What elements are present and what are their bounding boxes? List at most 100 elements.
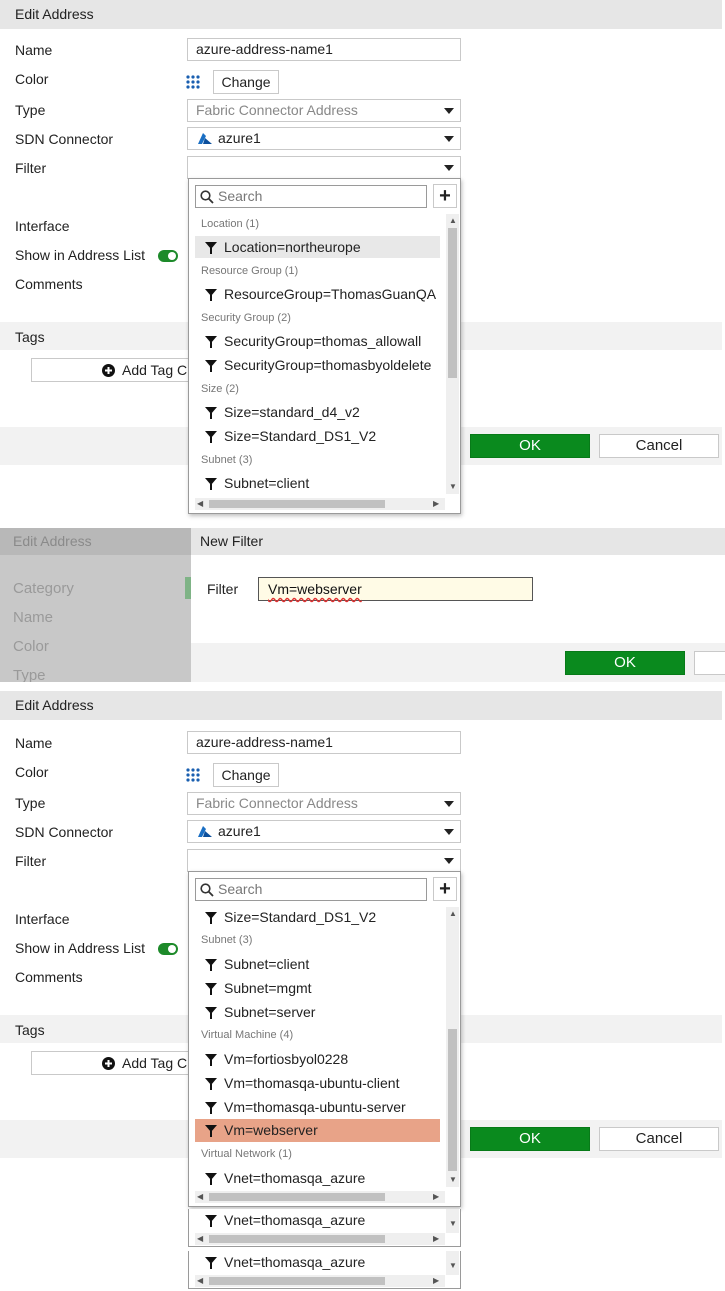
filter-item-vm-webserver[interactable]: Vm=webserver	[195, 1119, 440, 1142]
name-input[interactable]: azure-address-name1	[187, 38, 461, 61]
filter-item-vm-ubuntu-server[interactable]: Vm=thomasqa-ubuntu-server	[195, 1096, 440, 1118]
scroll-right-icon[interactable]: ▶	[433, 1192, 439, 1202]
bg-name-label: Name	[13, 609, 54, 626]
filter-select[interactable]	[187, 849, 461, 872]
scroll-down-icon[interactable]: ▼	[449, 1219, 457, 1229]
filter-item-resourcegroup[interactable]: ResourceGroup=ThomasGuanQA	[195, 283, 440, 305]
chevron-down-icon	[444, 136, 454, 142]
show-in-list-toggle[interactable]	[158, 943, 178, 955]
filter-item-vm-fortiosbyol[interactable]: Vm=fortiosbyol0228	[195, 1048, 440, 1070]
add-filter-button[interactable]: +	[433, 877, 457, 901]
filter-search-input[interactable]: Search	[195, 878, 427, 901]
scroll-left-icon[interactable]: ◀	[197, 1276, 203, 1286]
scroll-left-icon[interactable]: ◀	[197, 1234, 203, 1244]
item-label: ResourceGroup=ThomasGuanQA	[224, 286, 437, 302]
add-tag-category-button[interactable]: Add Tag C	[31, 358, 191, 382]
ok-button[interactable]: OK	[470, 434, 590, 458]
dropdown-vertical-scrollbar[interactable]: ▼	[446, 1251, 459, 1275]
filter-item-size-ds1[interactable]: Size=Standard_DS1_V2	[195, 425, 440, 447]
type-select[interactable]: Fabric Connector Address	[187, 792, 461, 815]
filter-icon	[205, 336, 217, 348]
scroll-up-icon[interactable]: ▲	[449, 909, 457, 919]
ok-button[interactable]: OK	[470, 1127, 590, 1151]
show-in-list-toggle[interactable]	[158, 250, 178, 262]
scrollbar-thumb[interactable]	[209, 1277, 385, 1285]
name-input[interactable]: azure-address-name1	[187, 731, 461, 754]
interface-label: Interface	[15, 218, 70, 234]
filter-item-securitygroup-allowall[interactable]: SecurityGroup=thomas_allowall	[195, 330, 440, 352]
type-label: Type	[15, 795, 46, 811]
scroll-left-icon[interactable]: ◀	[197, 1192, 203, 1202]
group-location: Location (1)	[201, 218, 260, 230]
new-filter-input[interactable]: Vm=webserver	[258, 577, 533, 601]
filter-item-vnet-thomasqa[interactable]: Vnet=thomasqa_azure	[195, 1251, 440, 1273]
bg-color-label: Color	[13, 638, 49, 655]
cancel-button[interactable]: Cancel	[599, 1127, 719, 1151]
item-label: Vnet=thomasqa_azure	[224, 1212, 366, 1228]
type-value: Fabric Connector Address	[196, 795, 358, 811]
sdn-connector-select[interactable]: azure1	[187, 820, 461, 843]
filter-icon	[205, 1078, 217, 1090]
filter-item-vnet-thomasqa[interactable]: Vnet=thomasqa_azure	[195, 1167, 440, 1189]
scroll-right-icon[interactable]: ▶	[433, 499, 439, 509]
add-circle-icon	[102, 1057, 115, 1070]
bg-category-label: Category	[13, 580, 74, 597]
add-tag-category-button[interactable]: Add Tag C	[31, 1051, 191, 1075]
type-select[interactable]: Fabric Connector Address	[187, 99, 461, 122]
filter-item-size-d4[interactable]: Size=standard_d4_v2	[195, 401, 440, 423]
item-label: SecurityGroup=thomas_allowall	[224, 333, 422, 349]
change-color-button[interactable]: Change	[213, 70, 279, 94]
filter-item-subnet-server[interactable]: Subnet=server	[195, 1001, 440, 1023]
dropdown-vertical-scrollbar[interactable]: ▲ ▼	[446, 907, 459, 1187]
group-subnet: Subnet (3)	[201, 934, 253, 946]
scroll-left-icon[interactable]: ◀	[197, 499, 203, 509]
filter-item-subnet-client[interactable]: Subnet=client	[195, 953, 440, 975]
dropdown-horizontal-scrollbar[interactable]: ◀ ▶	[195, 1275, 445, 1287]
scroll-down-icon[interactable]: ▼	[449, 1261, 457, 1271]
sdn-connector-value: azure1	[218, 823, 261, 839]
new-filter-ok-button[interactable]: OK	[565, 651, 685, 675]
scroll-up-icon[interactable]: ▲	[449, 216, 457, 226]
scroll-right-icon[interactable]: ▶	[433, 1276, 439, 1286]
group-size: Size (2)	[201, 383, 239, 395]
bg-title: Edit Address	[0, 528, 191, 555]
filter-search-input[interactable]: Search	[195, 185, 427, 208]
cancel-button[interactable]: Cancel	[599, 434, 719, 458]
filter-item-securitygroup-byoldelete[interactable]: SecurityGroup=thomasbyoldelete	[195, 354, 440, 376]
dropdown-vertical-scrollbar[interactable]: ▼	[446, 1209, 459, 1233]
scrollbar-thumb[interactable]	[209, 500, 385, 508]
item-label: Vm=webserver	[224, 1122, 318, 1138]
filter-icon	[205, 983, 217, 995]
dropdown-vertical-scrollbar[interactable]: ▲ ▼	[446, 214, 459, 494]
scrollbar-thumb[interactable]	[209, 1235, 385, 1243]
filter-icon	[205, 360, 217, 372]
filter-icon	[205, 1102, 217, 1114]
add-circle-icon	[102, 364, 115, 377]
filter-select[interactable]	[187, 156, 461, 179]
scroll-down-icon[interactable]: ▼	[449, 482, 457, 492]
scrollbar-thumb[interactable]	[448, 228, 457, 378]
change-color-button[interactable]: Change	[213, 763, 279, 787]
show-in-list-label: Show in Address List	[15, 940, 145, 956]
filter-item-location-northeurope[interactable]: Location=northeurope	[195, 236, 440, 258]
filter-item-vm-ubuntu-client[interactable]: Vm=thomasqa-ubuntu-client	[195, 1072, 440, 1094]
scrollbar-thumb[interactable]	[448, 1029, 457, 1171]
new-filter-cancel-button[interactable]	[694, 651, 725, 675]
item-label: Vnet=thomasqa_azure	[224, 1170, 366, 1186]
scroll-right-icon[interactable]: ▶	[433, 1234, 439, 1244]
filter-item-vnet-thomasqa[interactable]: Vnet=thomasqa_azure	[195, 1209, 440, 1231]
color-swatch-icon[interactable]	[186, 768, 200, 782]
color-swatch-icon[interactable]	[186, 75, 200, 89]
add-filter-button[interactable]: +	[433, 184, 457, 208]
dropdown-horizontal-scrollbar[interactable]: ◀ ▶	[195, 498, 445, 510]
sdn-connector-select[interactable]: azure1	[187, 127, 461, 150]
dropdown-horizontal-scrollbar[interactable]: ◀ ▶	[195, 1233, 445, 1245]
dropdown-horizontal-scrollbar[interactable]: ◀ ▶	[195, 1191, 445, 1203]
scrollbar-thumb[interactable]	[209, 1193, 385, 1201]
scroll-down-icon[interactable]: ▼	[449, 1175, 457, 1185]
search-placeholder: Search	[218, 188, 263, 204]
filter-item-subnet-mgmt[interactable]: Subnet=mgmt	[195, 977, 440, 999]
filter-item-subnet-client[interactable]: Subnet=client	[195, 472, 440, 494]
item-label: Vm=fortiosbyol0228	[224, 1051, 349, 1067]
filter-item-size-ds1[interactable]: Size=Standard_DS1_V2	[195, 906, 440, 928]
